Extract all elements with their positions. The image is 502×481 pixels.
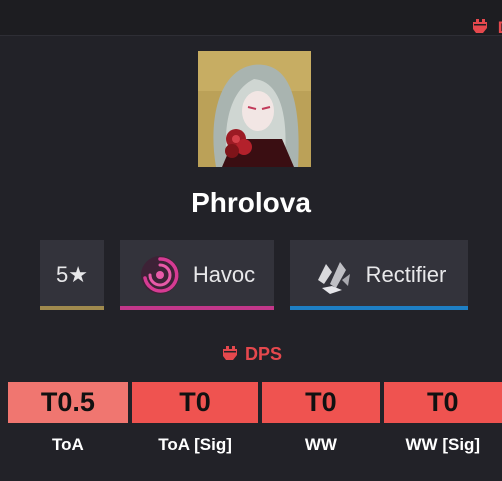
character-name: Phrolova bbox=[191, 187, 311, 218]
rarity-badge[interactable]: 5★ bbox=[40, 240, 104, 310]
rarity-label: 5★ bbox=[56, 262, 88, 287]
weapon-badge[interactable]: Rectifier bbox=[290, 240, 468, 310]
role-tag-text: D bbox=[498, 18, 502, 38]
tier-value-box: T0.5 bbox=[8, 382, 128, 423]
tier-value-box: T0 bbox=[262, 382, 380, 423]
tier-label: ToA [Sig] bbox=[158, 435, 232, 454]
fist-icon bbox=[220, 343, 240, 366]
tier-ratings: T0.5 ToA T0 ToA [Sig] T0 WW T0 WW [Sig] bbox=[8, 382, 502, 455]
fist-icon bbox=[470, 16, 490, 39]
element-badge[interactable]: Havoc bbox=[120, 240, 274, 310]
role-heading: DPS bbox=[0, 343, 502, 366]
role-tag: D bbox=[470, 16, 502, 39]
tier-value-box: T0 bbox=[383, 382, 502, 423]
rarity-color-bar bbox=[40, 306, 104, 310]
tier-item-toa-sig: T0 ToA [Sig] bbox=[131, 382, 259, 455]
character-portrait bbox=[198, 51, 311, 167]
role-label: DPS bbox=[244, 344, 282, 364]
tier-item-toa: T0.5 ToA bbox=[8, 382, 128, 455]
tier-item-ww: T0 WW bbox=[262, 382, 380, 455]
weapon-color-bar bbox=[290, 306, 468, 310]
element-label: Havoc bbox=[192, 262, 256, 287]
tier-label: WW [Sig] bbox=[405, 435, 481, 454]
element-color-bar bbox=[120, 306, 274, 310]
rectifier-icon bbox=[312, 254, 354, 296]
tier-label: ToA bbox=[52, 435, 84, 454]
tier-value-box: T0 bbox=[131, 382, 259, 423]
tier-item-ww-sig: T0 WW [Sig] bbox=[383, 382, 502, 455]
top-bar: D bbox=[0, 0, 502, 39]
havoc-swirl-icon bbox=[139, 254, 181, 296]
weapon-label: Rectifier bbox=[365, 262, 447, 287]
tier-label: WW bbox=[304, 435, 337, 454]
